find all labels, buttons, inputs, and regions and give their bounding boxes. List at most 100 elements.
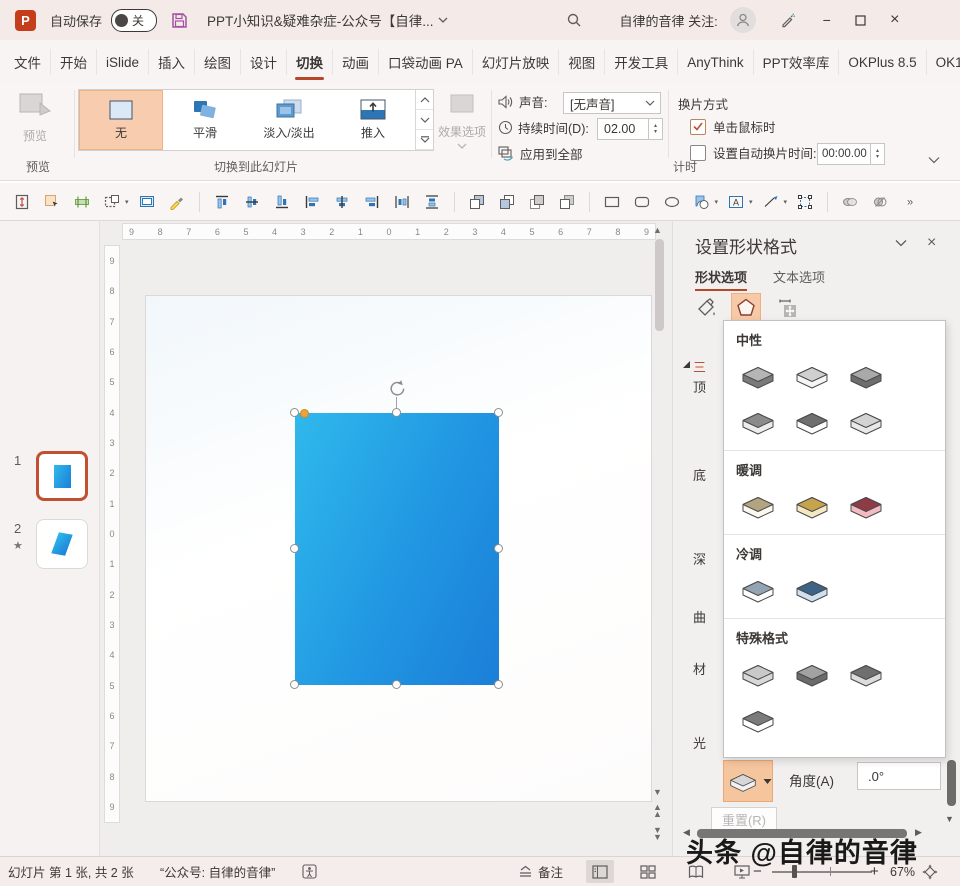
accessibility-icon[interactable] [302, 857, 317, 886]
bring-to-front-icon[interactable] [525, 190, 549, 214]
tab-PPT效率库[interactable]: PPT效率库 [754, 49, 840, 75]
transition-fade[interactable]: 淡入/淡出 [247, 90, 331, 150]
tab-文件[interactable]: 文件 [5, 49, 51, 75]
save-icon[interactable] [165, 6, 193, 34]
bevel-preset[interactable] [844, 491, 888, 521]
on-click-checkbox[interactable] [690, 119, 706, 135]
reset-button[interactable]: 重置(R) [711, 807, 777, 831]
send-backward-icon[interactable] [495, 190, 519, 214]
preview-button[interactable]: 预览 [16, 91, 54, 144]
panel-scrollbar-thumb[interactable] [947, 760, 956, 806]
bevel-preset[interactable] [844, 659, 888, 689]
canvas-scrollbar-thumb[interactable] [655, 239, 664, 331]
gallery-more-icon[interactable] [416, 130, 433, 150]
resize-handle-e[interactable] [494, 544, 503, 553]
panel-section-label-三[interactable]: 三 [693, 357, 723, 376]
bevel-preset[interactable] [736, 575, 780, 605]
tab-text-options[interactable]: 文本选项 [773, 267, 825, 286]
close-button[interactable]: × [878, 0, 912, 40]
transition-push[interactable]: 推入 [331, 90, 415, 150]
tab-动画[interactable]: 动画 [333, 49, 379, 75]
tab-口袋动画 PA[interactable]: 口袋动画 PA [379, 49, 473, 75]
canvas-scroll-down-icon[interactable]: ▼ [653, 787, 662, 797]
rectangle-icon[interactable] [600, 190, 624, 214]
auto-advance-input[interactable]: 00:00.00 [817, 143, 871, 165]
align-center-icon[interactable] [330, 190, 354, 214]
minimize-button[interactable]: − [810, 0, 844, 40]
search-icon[interactable] [560, 6, 588, 34]
align-left-icon[interactable] [300, 190, 324, 214]
slide-size-icon[interactable] [10, 190, 34, 214]
ellipse-icon[interactable] [660, 190, 684, 214]
tab-插入[interactable]: 插入 [149, 49, 195, 75]
resize-handle-se[interactable] [494, 680, 503, 689]
resize-handle-s[interactable] [392, 680, 401, 689]
next-slide-button[interactable]: ▼▼ [653, 827, 662, 841]
rounded-rectangle-icon[interactable] [630, 190, 654, 214]
maximize-button[interactable] [844, 0, 878, 40]
resize-handle-ne[interactable] [494, 408, 503, 417]
duration-spinner[interactable]: ▴▾ [649, 118, 663, 140]
bevel-preset[interactable] [736, 659, 780, 689]
tab-开发工具[interactable]: 开发工具 [605, 49, 678, 75]
canvas-scroll-up-icon[interactable]: ▲ [653, 225, 662, 235]
notes-toggle[interactable]: 备注 [518, 857, 563, 886]
presenter-coach-icon[interactable] [774, 6, 802, 34]
rotate-handle-icon[interactable] [388, 379, 407, 398]
effect-options-button[interactable]: 效果选项 [438, 93, 486, 150]
distribute-horizontal-icon[interactable] [70, 190, 94, 214]
effects-icon[interactable] [731, 293, 761, 323]
bevel-preset[interactable] [790, 575, 834, 605]
bevel-preset[interactable] [736, 407, 780, 437]
section-collapse-icon[interactable] [682, 360, 691, 369]
resize-handle-w[interactable] [290, 544, 299, 553]
bevel-preset[interactable] [790, 659, 834, 689]
merge-shapes-icon[interactable] [838, 190, 862, 214]
bevel-preset[interactable] [736, 491, 780, 521]
distribute-h-icon[interactable] [390, 190, 414, 214]
resize-handle-nw[interactable] [290, 408, 299, 417]
transition-none[interactable]: 无 [79, 90, 163, 150]
resize-handle-n[interactable] [392, 408, 401, 417]
align-bottom-icon[interactable] [270, 190, 294, 214]
transition-morph[interactable]: 平滑 [163, 90, 247, 150]
bevel-preset[interactable] [736, 361, 780, 391]
collapse-ribbon-icon[interactable] [928, 156, 940, 164]
on-click-row[interactable]: 单击鼠标时 [690, 117, 776, 136]
previous-slide-button[interactable]: ▲▲ [653, 804, 662, 818]
auto-advance-spinner[interactable]: ▴▾ [871, 143, 885, 165]
sound-dropdown[interactable]: [无声音] [563, 92, 661, 114]
zoom-slider-track[interactable] [772, 871, 872, 873]
normal-view-button[interactable] [586, 860, 614, 883]
gallery-scroll-up-icon[interactable] [416, 90, 433, 110]
snap-grid-icon[interactable]: ▾ [100, 190, 129, 214]
bevel-gallery-button[interactable] [723, 760, 773, 802]
edit-points-icon[interactable] [793, 190, 817, 214]
tab-幻灯片放映[interactable]: 幻灯片放映 [473, 49, 560, 75]
panel-close-icon[interactable]: × [927, 234, 936, 252]
slide-sorter-button[interactable] [634, 860, 662, 883]
adjust-handle[interactable] [300, 409, 309, 418]
tab-切换[interactable]: 切换 [287, 49, 333, 75]
panel-collapse-icon[interactable] [895, 239, 907, 247]
select-object-icon[interactable] [40, 190, 64, 214]
resize-handle-sw[interactable] [290, 680, 299, 689]
selected-shape[interactable] [295, 413, 499, 685]
autosave-toggle[interactable]: 关 [111, 9, 157, 32]
angle-input[interactable]: .0° [857, 762, 941, 790]
send-to-back-icon[interactable] [555, 190, 579, 214]
slide-thumbnail-2[interactable] [36, 519, 88, 569]
tab-OK10 GC[interactable]: OK10 GC [927, 49, 960, 75]
more-tools-icon[interactable]: » [898, 190, 922, 214]
fit-to-window-icon[interactable] [922, 857, 938, 886]
tab-绘图[interactable]: 绘图 [195, 49, 241, 75]
bevel-preset[interactable] [790, 361, 834, 391]
slide-master-icon[interactable] [135, 190, 159, 214]
tab-OKPlus 8.5[interactable]: OKPlus 8.5 [839, 49, 926, 75]
align-right-icon[interactable] [360, 190, 384, 214]
tab-shape-options[interactable]: 形状选项 [695, 267, 747, 286]
apply-all-row[interactable]: 应用到全部 [498, 144, 583, 163]
shape-gallery-icon[interactable]: ▾ [690, 190, 719, 214]
fill-line-icon[interactable] [691, 293, 721, 323]
draw-line-icon[interactable]: ▾ [759, 190, 788, 214]
